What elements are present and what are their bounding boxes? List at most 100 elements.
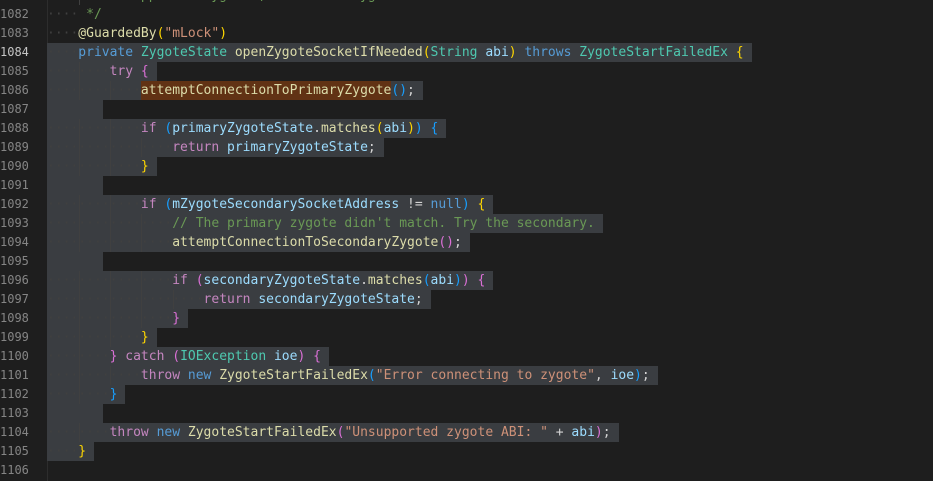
code-token: ): [634, 368, 642, 383]
code-token: ;: [414, 292, 423, 307]
code-token: (: [375, 121, 384, 136]
code-token: if: [140, 121, 165, 136]
code-token: @GuardedBy: [78, 26, 157, 41]
code-token: {: [430, 121, 439, 136]
selection-highlight: [47, 176, 103, 195]
line-number: 1086: [0, 83, 29, 97]
code-token: ZygoteStartFailedEx: [579, 45, 736, 60]
selection-highlight: [47, 404, 103, 423]
whitespace-markers: ········: [47, 425, 110, 440]
code-area[interactable]: ········* supported zygotes, or if the z…: [47, 0, 933, 481]
code-line[interactable]: try {: [110, 62, 149, 81]
code-token: return: [172, 140, 228, 155]
code-line[interactable]: }: [78, 442, 86, 461]
code-token: abi: [383, 121, 408, 136]
code-line[interactable]: }: [110, 385, 118, 404]
whitespace-markers: ············: [47, 121, 141, 136]
code-token: {: [140, 64, 149, 79]
line-number: 1106: [0, 463, 29, 477]
whitespace-markers: ····: [47, 26, 79, 41]
code-token: ZygoteStartFailedEx: [187, 425, 337, 440]
line-number: 1096: [0, 273, 29, 287]
code-token: if: [172, 273, 196, 288]
whitespace-markers: ················: [47, 140, 173, 155]
code-token: }: [140, 159, 149, 174]
whitespace-markers: ····: [47, 7, 79, 22]
line-number: 1083: [0, 26, 29, 40]
code-line[interactable]: // The primary zygote didn't match. Try …: [172, 214, 595, 233]
code-token: throws: [524, 45, 580, 60]
line-number: 1084: [0, 45, 29, 59]
code-token: // The primary zygote didn't match. Try …: [172, 216, 595, 231]
line-number: 1091: [0, 178, 29, 192]
code-line[interactable]: if (secondaryZygoteState.matches(abi)) {: [172, 271, 485, 290]
code-line[interactable]: private ZygoteState openZygoteSocketIfNe…: [78, 43, 743, 62]
whitespace-markers: ····················: [47, 292, 204, 307]
code-line[interactable]: return secondaryZygoteState;: [204, 290, 423, 309]
code-line[interactable]: if (primaryZygoteState.matches(abi)) {: [141, 119, 438, 138]
whitespace-markers: ············: [47, 83, 141, 98]
code-line[interactable]: @GuardedBy("mLock"): [78, 24, 227, 43]
code-line[interactable]: attemptConnectionToPrimaryZygote();: [141, 81, 415, 100]
line-number: 1087: [0, 102, 29, 116]
code-token: return: [203, 292, 259, 307]
line-number: 1101: [0, 368, 29, 382]
whitespace-markers: ············: [47, 330, 141, 345]
code-token: ): [219, 26, 228, 41]
line-number: 1089: [0, 140, 29, 154]
code-token: matches: [320, 121, 376, 136]
code-token: ;: [641, 368, 650, 383]
line-number-gutter[interactable]: 1081108210831084108510861087108810891090…: [0, 0, 48, 481]
code-token: primaryZygoteState: [172, 121, 314, 136]
code-token: ): [454, 273, 462, 288]
whitespace-markers: ············: [47, 159, 141, 174]
whitespace-markers: ················: [47, 216, 173, 231]
code-token: abi: [485, 45, 509, 60]
code-line[interactable]: }: [141, 157, 149, 176]
code-token: catch: [125, 349, 173, 364]
code-line[interactable]: }: [141, 328, 149, 347]
code-token: primaryZygoteState: [227, 140, 368, 155]
code-line[interactable]: */: [78, 5, 102, 24]
code-line[interactable]: if (mZygoteSecondarySocketAddress != nul…: [141, 195, 485, 214]
code-token: {: [735, 45, 744, 60]
code-token: (: [422, 273, 431, 288]
code-token: ;: [407, 83, 415, 98]
code-token: {: [313, 349, 321, 364]
code-token: mZygoteSecondarySocketAddress: [172, 197, 408, 212]
code-token: ): [461, 273, 478, 288]
code-line[interactable]: * supported zygotes, or if the zygote so…: [110, 0, 548, 5]
code-token: .: [313, 121, 321, 136]
code-line[interactable]: throw new ZygoteStartFailedEx("Error con…: [141, 366, 650, 385]
code-editor[interactable]: 1081108210831084108510861087108810891090…: [0, 0, 933, 481]
code-line[interactable]: }: [172, 309, 180, 328]
line-number: 1099: [0, 330, 29, 344]
code-line[interactable]: } catch (IOException ioe) {: [110, 347, 321, 366]
line-number: 1102: [0, 387, 29, 401]
code-token: ): [414, 121, 431, 136]
line-number: 1095: [0, 254, 29, 268]
code-token: attemptConnectionToSecondaryZygote: [172, 235, 439, 250]
code-token: ): [594, 425, 603, 440]
whitespace-markers: ····: [47, 45, 79, 60]
line-number: 1105: [0, 444, 29, 458]
code-token: ;: [602, 425, 611, 440]
code-line[interactable]: return primaryZygoteState;: [172, 138, 376, 157]
line-number: 1085: [0, 64, 29, 78]
code-token: null: [430, 197, 462, 212]
code-line[interactable]: attemptConnectionToSecondaryZygote();: [172, 233, 462, 252]
code-token: secondaryZygoteState: [203, 273, 361, 288]
code-token: +: [555, 425, 572, 440]
code-token: ZygoteState: [140, 45, 235, 60]
code-token: abi: [430, 273, 455, 288]
whitespace-markers: ····: [47, 444, 79, 459]
code-token: }: [78, 444, 87, 459]
line-number: 1093: [0, 216, 29, 230]
code-token: "mLock": [164, 26, 220, 41]
code-token: */: [78, 7, 102, 22]
code-token: if: [140, 197, 165, 212]
code-token: }: [140, 330, 149, 345]
code-line[interactable]: throw new ZygoteStartFailedEx("Unsupport…: [110, 423, 611, 442]
line-number: 1103: [0, 406, 29, 420]
whitespace-markers: ········: [47, 64, 110, 79]
